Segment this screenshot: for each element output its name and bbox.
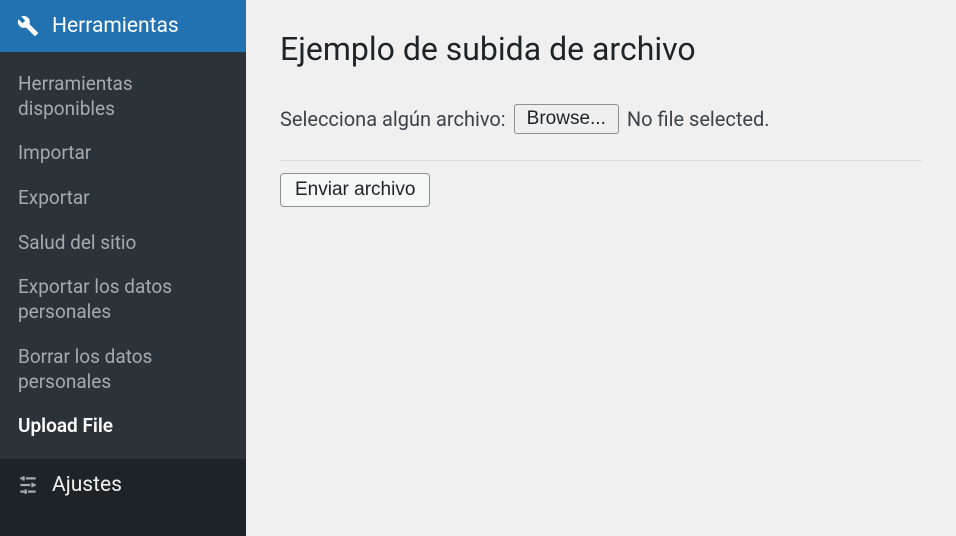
submit-button[interactable]: Enviar archivo bbox=[280, 173, 430, 207]
sidebar-item-import[interactable]: Importar bbox=[0, 131, 246, 176]
sidebar-header-tools[interactable]: Herramientas bbox=[0, 0, 246, 52]
sidebar-item-label: Salud del sitio bbox=[18, 231, 136, 254]
page-title: Ejemplo de subida de archivo bbox=[280, 30, 922, 68]
sliders-icon bbox=[16, 473, 40, 497]
sidebar-item-label: Exportar bbox=[18, 186, 90, 209]
divider bbox=[280, 160, 922, 161]
sidebar-item-export-personal[interactable]: Exportar los datos personales bbox=[0, 265, 246, 334]
sidebar-settings-label: Ajustes bbox=[52, 473, 122, 497]
sidebar-submenu: Herramientas disponibles Importar Export… bbox=[0, 52, 246, 459]
file-input-row: Selecciona algún archivo: Browse... No f… bbox=[280, 104, 922, 134]
wrench-icon bbox=[16, 14, 40, 38]
main-content: Ejemplo de subida de archivo Selecciona … bbox=[246, 0, 956, 536]
sidebar-item-settings[interactable]: Ajustes bbox=[0, 459, 246, 511]
sidebar-item-site-health[interactable]: Salud del sitio bbox=[0, 221, 246, 266]
file-status-text: No file selected. bbox=[627, 107, 770, 131]
sidebar-item-export[interactable]: Exportar bbox=[0, 176, 246, 221]
sidebar-item-label: Importar bbox=[18, 141, 91, 164]
sidebar-item-label: Upload File bbox=[18, 414, 113, 437]
admin-sidebar: Herramientas Herramientas disponibles Im… bbox=[0, 0, 246, 536]
browse-button[interactable]: Browse... bbox=[514, 104, 619, 134]
sidebar-item-erase-personal[interactable]: Borrar los datos personales bbox=[0, 335, 246, 404]
sidebar-item-label: Borrar los datos personales bbox=[18, 345, 152, 393]
sidebar-item-label: Herramientas disponibles bbox=[18, 72, 133, 120]
sidebar-item-available-tools[interactable]: Herramientas disponibles bbox=[0, 62, 246, 131]
sidebar-header-label: Herramientas bbox=[52, 14, 179, 38]
sidebar-item-upload-file[interactable]: Upload File bbox=[0, 404, 246, 449]
sidebar-item-label: Exportar los datos personales bbox=[18, 275, 172, 323]
file-input-label: Selecciona algún archivo: bbox=[280, 107, 506, 131]
